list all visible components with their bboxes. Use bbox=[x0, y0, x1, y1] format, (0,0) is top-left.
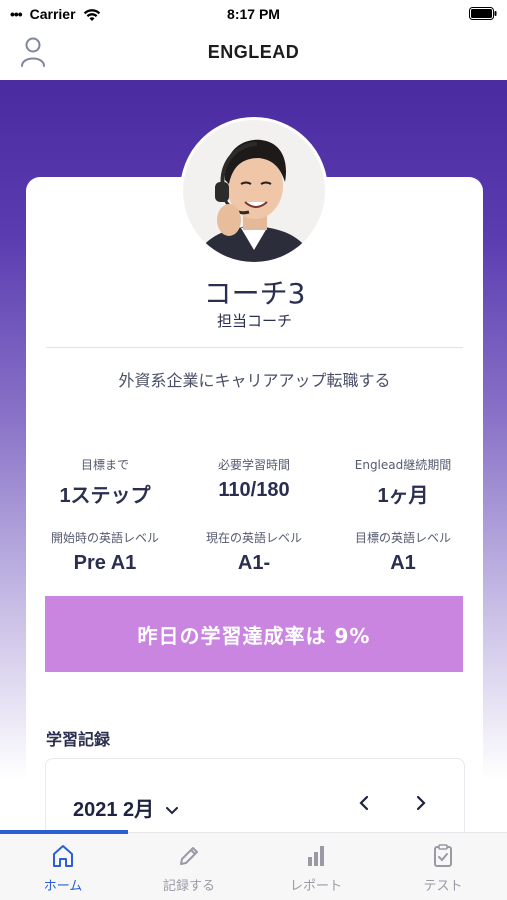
tab-test[interactable]: テスト bbox=[380, 843, 506, 894]
stat-start-level: 開始時の英語レベル Pre A1 bbox=[29, 529, 181, 575]
bar-chart-icon bbox=[308, 846, 324, 866]
career-goal: 外資系企業にキャリアアップ転職する bbox=[118, 371, 391, 390]
tab-home[interactable]: ホーム bbox=[0, 843, 126, 894]
month-label: 2021 2月 bbox=[73, 799, 155, 821]
status-bar: ••• Carrier 8:17 PM bbox=[0, 0, 507, 28]
stat-value: A1- bbox=[237, 552, 271, 574]
tab-label: 記録する bbox=[162, 879, 215, 894]
coach-avatar bbox=[180, 117, 328, 265]
coach-name: コーチ3 bbox=[203, 277, 306, 310]
stat-label: 必要学習時間 bbox=[217, 458, 290, 472]
tab-report[interactable]: レポート bbox=[253, 843, 379, 894]
stat-value: 110/180 bbox=[218, 479, 290, 501]
stat-label: 目標の英語レベル bbox=[354, 531, 451, 545]
coach-photo bbox=[183, 120, 325, 262]
stat-target-level: 目標の英語レベル A1 bbox=[327, 529, 479, 575]
stat-value: 1ステップ bbox=[59, 485, 151, 507]
battery-icon bbox=[469, 7, 497, 20]
coach-role: 担当コーチ bbox=[216, 312, 292, 330]
app-title: ENGLEAD bbox=[207, 42, 300, 62]
study-record-title: 学習記録 bbox=[46, 730, 111, 749]
pencil-icon bbox=[180, 847, 198, 865]
stat-value: A1 bbox=[390, 552, 416, 574]
stat-steps-to-goal: 目標まで 1ステップ bbox=[29, 456, 181, 508]
tab-record[interactable]: 記録する bbox=[126, 843, 252, 894]
clipboard-check-icon bbox=[434, 844, 452, 867]
stat-label: 目標まで bbox=[80, 458, 129, 472]
tab-bar: ホーム 記録する レポート テスト bbox=[0, 830, 507, 900]
stat-label: Englead継続期間 bbox=[354, 458, 452, 472]
chevron-right-icon bbox=[416, 795, 426, 811]
tab-label: テスト bbox=[423, 879, 463, 894]
active-tab-indicator bbox=[0, 830, 128, 834]
nav-bar: ENGLEAD bbox=[0, 28, 507, 80]
tab-label: レポート bbox=[289, 879, 342, 894]
stat-value: 1ヶ月 bbox=[377, 485, 429, 507]
status-time: 8:17 PM bbox=[227, 6, 280, 22]
stat-required-study-time: 必要学習時間 110/180 bbox=[178, 456, 330, 502]
divider bbox=[46, 347, 463, 348]
achievement-text: 昨日の学習達成率は 9% bbox=[137, 623, 371, 648]
home-icon bbox=[53, 845, 73, 867]
tab-label: ホーム bbox=[43, 879, 83, 894]
next-month-button[interactable] bbox=[416, 795, 426, 815]
stat-value: Pre A1 bbox=[73, 552, 137, 574]
chevron-down-icon bbox=[165, 806, 178, 815]
stat-label: 現在の英語レベル bbox=[205, 531, 302, 545]
month-selector[interactable]: 2021 2月 bbox=[73, 793, 178, 822]
stat-continuation-period: Englead継続期間 1ヶ月 bbox=[327, 456, 479, 508]
stat-current-level: 現在の英語レベル A1- bbox=[178, 529, 330, 575]
chevron-left-icon bbox=[359, 795, 369, 811]
prev-month-button[interactable] bbox=[359, 795, 369, 815]
stat-label: 開始時の英語レベル bbox=[50, 531, 159, 545]
achievement-banner: 昨日の学習達成率は 9% bbox=[45, 596, 463, 672]
